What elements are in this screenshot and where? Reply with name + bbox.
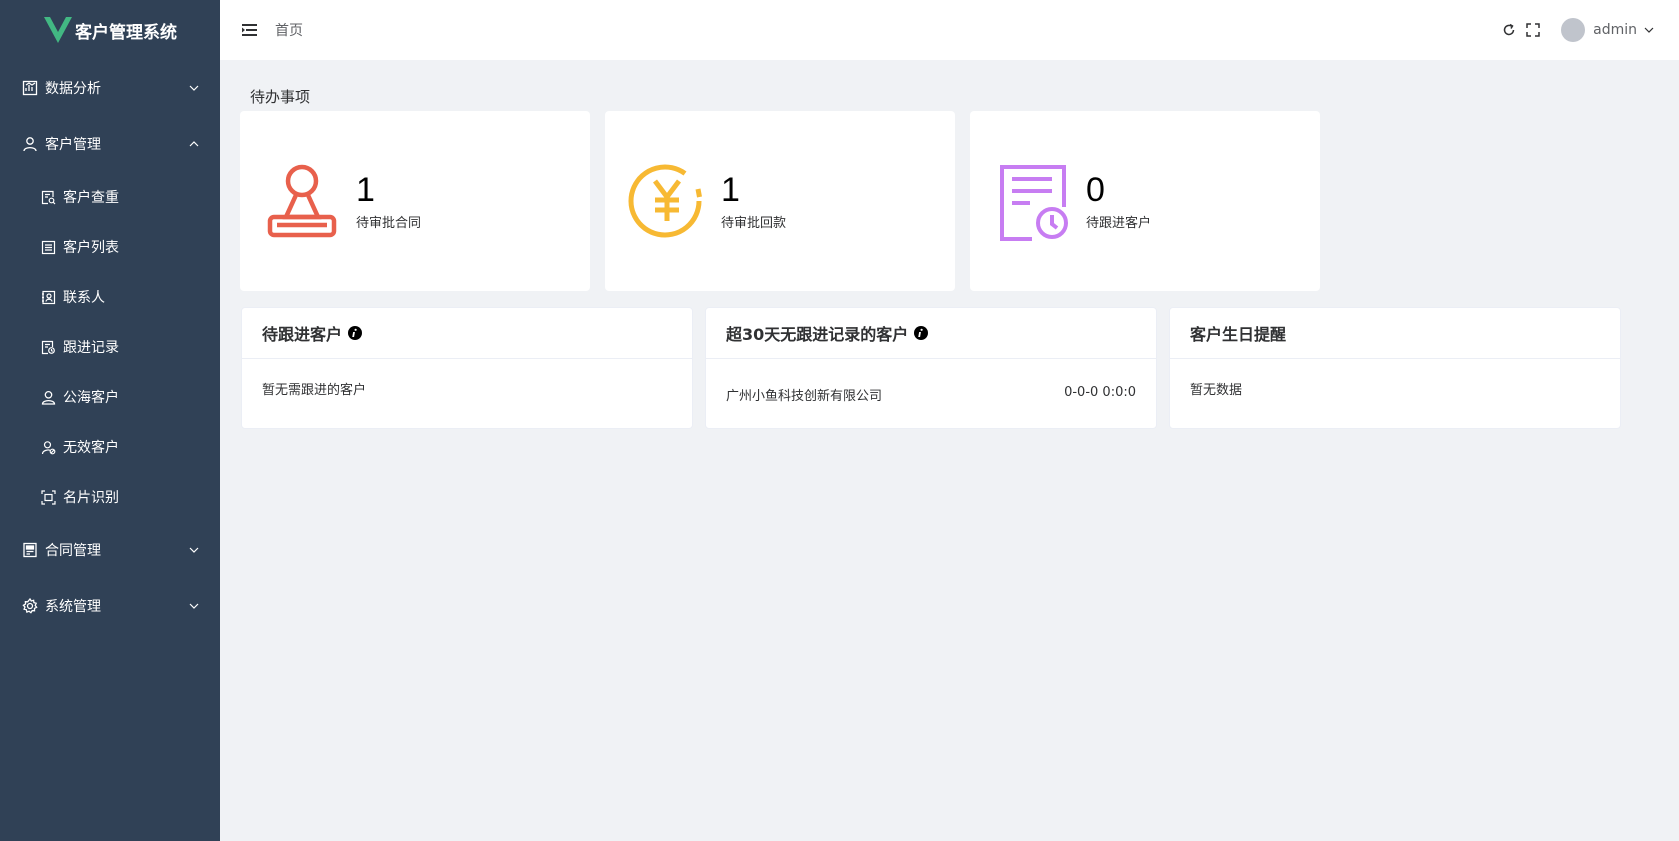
sidebar-item-label: 公海客户 — [63, 390, 119, 406]
sidebar-item-label: 客户查重 — [63, 190, 119, 206]
sidebar-item-follow-records[interactable]: 跟进记录 — [0, 322, 220, 372]
sidebar-item-label: 联系人 — [63, 290, 105, 306]
sidebar-item-label: 跟进记录 — [63, 340, 119, 356]
todo-count: 1 — [721, 170, 740, 209]
panel-no-followup-30-days: 超30天无跟进记录的客户 广州小鱼科技创新有限公司 0-0-0 0:0:0 — [705, 307, 1157, 429]
menu-data-analysis[interactable]: 数据分析 — [0, 60, 220, 116]
sidebar-item-label: 客户列表 — [63, 240, 119, 256]
panel-body: 暂无需跟进的客户 — [262, 383, 367, 398]
todo-label: 待审批合同 — [356, 215, 422, 231]
panel-title: 客户生日提醒 — [1190, 325, 1287, 344]
sidebar: 客户管理系统 数据分析 客户管理 客户查重 客户列表 联系人 跟进记录 公海客户… — [0, 0, 220, 841]
panel-title: 待跟进客户 — [262, 325, 343, 344]
refresh-icon[interactable] — [1502, 23, 1516, 37]
contract-icon — [21, 541, 39, 559]
avatar[interactable] — [1561, 18, 1586, 42]
panel-birthday-reminder: 客户生日提醒 暂无数据 — [1169, 307, 1621, 429]
sidebar-item-contacts[interactable]: 联系人 — [0, 272, 220, 322]
chart-icon — [21, 79, 39, 97]
clock-document-icon — [992, 161, 1072, 241]
breadcrumb[interactable]: 首页 — [275, 20, 303, 40]
invalid-user-icon — [41, 440, 56, 455]
vue-logo-icon — [44, 17, 72, 43]
gear-icon — [21, 597, 39, 615]
chevron-down-icon — [188, 544, 200, 556]
yuan-icon — [627, 161, 707, 241]
sidebar-item-label: 名片识别 — [63, 490, 119, 506]
sidebar-item-card-recognition[interactable]: 名片识别 — [0, 472, 220, 522]
search-doc-icon — [41, 190, 56, 205]
username[interactable]: admin — [1593, 22, 1637, 38]
record-icon — [41, 340, 56, 355]
info-icon[interactable] — [348, 326, 363, 340]
list-icon — [41, 240, 56, 255]
sidebar-item-customer-dedup[interactable]: 客户查重 — [0, 172, 220, 222]
chevron-down-icon — [188, 600, 200, 612]
menu-label: 客户管理 — [45, 137, 101, 153]
todo-card-pending-followups[interactable]: 0 待跟进客户 — [970, 111, 1320, 291]
menu-contract-management[interactable]: 合同管理 — [0, 522, 220, 578]
stamp-icon — [262, 161, 342, 241]
user-icon — [21, 135, 39, 153]
panel-header: 待跟进客户 — [242, 308, 692, 359]
customer-name: 广州小鱼科技创新有限公司 — [726, 389, 883, 404]
todo-count: 1 — [356, 170, 375, 209]
scan-icon — [41, 489, 56, 505]
todo-label: 待跟进客户 — [1086, 215, 1152, 231]
panel-title: 超30天无跟进记录的客户 — [726, 325, 909, 344]
todo-card-pending-payments[interactable]: 1 待审批回款 — [605, 111, 955, 291]
todo-label: 待审批回款 — [721, 215, 787, 231]
panel-pending-followup: 待跟进客户 暂无需跟进的客户 — [241, 307, 693, 429]
chevron-down-icon — [188, 82, 200, 94]
sidebar-item-invalid-customers[interactable]: 无效客户 — [0, 422, 220, 472]
top-navbar: 首页 admin — [220, 0, 1679, 60]
sidebar-item-label: 无效客户 — [63, 440, 119, 456]
panel-header: 客户生日提醒 — [1170, 308, 1620, 359]
todo-count: 0 — [1086, 170, 1105, 209]
chevron-up-icon — [188, 138, 200, 150]
menu-label: 数据分析 — [45, 81, 101, 97]
chevron-down-icon[interactable] — [1643, 24, 1655, 36]
sidebar-item-customer-list[interactable]: 客户列表 — [0, 222, 220, 272]
list-item[interactable]: 广州小鱼科技创新有限公司 0-0-0 0:0:0 — [726, 379, 1136, 404]
menu-label: 系统管理 — [45, 599, 101, 615]
app-logo[interactable]: 客户管理系统 — [0, 0, 220, 60]
menu-customer-management[interactable]: 客户管理 — [0, 116, 220, 172]
panel-body: 广州小鱼科技创新有限公司 0-0-0 0:0:0 — [706, 359, 1156, 424]
menu-label: 合同管理 — [45, 543, 101, 559]
header-actions: admin — [1492, 18, 1679, 42]
person-icon — [41, 390, 56, 405]
hamburger-icon[interactable] — [242, 23, 258, 37]
contact-icon — [41, 290, 56, 305]
todo-section-title: 待办事项 — [250, 88, 311, 106]
todo-card-pending-contracts[interactable]: 1 待审批合同 — [240, 111, 590, 291]
fullscreen-icon[interactable] — [1526, 23, 1540, 37]
info-icon[interactable] — [914, 326, 929, 340]
sidebar-item-public-customers[interactable]: 公海客户 — [0, 372, 220, 422]
app-title: 客户管理系统 — [75, 22, 177, 43]
last-followup-time: 0-0-0 0:0:0 — [1064, 385, 1136, 400]
panel-header: 超30天无跟进记录的客户 — [706, 308, 1156, 359]
panel-body: 暂无数据 — [1190, 383, 1243, 398]
menu-system-management[interactable]: 系统管理 — [0, 578, 220, 634]
